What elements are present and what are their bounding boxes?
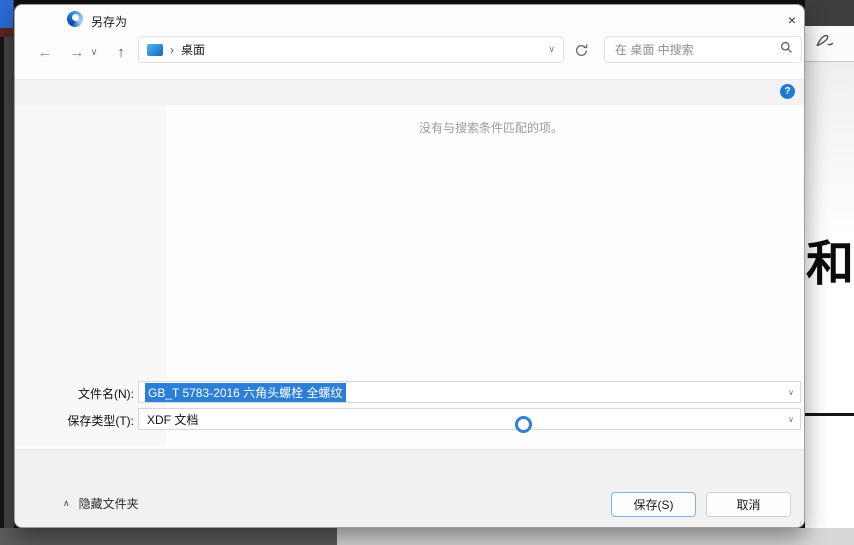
- savetype-value: XDF 文档: [147, 412, 199, 427]
- background-titlebar-strip: [805, 0, 854, 26]
- background-left-blue-block: [0, 0, 13, 28]
- up-directory-button[interactable]: ↑: [108, 39, 134, 65]
- back-button[interactable]: ←: [32, 39, 58, 65]
- search-box: [604, 36, 802, 63]
- app-icon: [67, 11, 83, 27]
- resize-grip[interactable]: [794, 521, 802, 527]
- savetype-dropdown-icon[interactable]: ∨: [788, 415, 794, 424]
- empty-results-message: 没有与搜索条件匹配的项。: [419, 121, 564, 135]
- filename-dropdown-icon[interactable]: ∨: [788, 388, 794, 397]
- refresh-button[interactable]: [568, 37, 594, 63]
- address-bar[interactable]: › 桌面 ∨: [138, 36, 564, 63]
- filename-field[interactable]: GB_T 5783-2016 六角头螺栓 全螺纹 ∨: [138, 381, 801, 403]
- savetype-label: 保存类型(T):: [67, 414, 134, 428]
- hide-folders-label: 隐藏文件夹: [78, 497, 139, 511]
- background-document-rule: [805, 413, 854, 416]
- dialog-title: 另存为: [91, 15, 128, 29]
- desktop-icon: [147, 43, 163, 56]
- background-toolbar-strip: [805, 26, 854, 62]
- background-left-red-block: [0, 28, 13, 37]
- save-as-dialog: 另存为 × ← → ∨ ↑ › 桌面 ∨ ? 没有与搜索条件匹配的项。 文件名: [14, 4, 805, 528]
- background-bottom-light-strip: [337, 528, 854, 545]
- background-document-heading: 和: [806, 236, 854, 292]
- touch-indicator-ring: [515, 416, 532, 433]
- hide-folders-toggle[interactable]: ∧ 隐藏文件夹: [63, 495, 139, 512]
- cancel-button[interactable]: 取消: [706, 492, 791, 517]
- filename-value-selected[interactable]: GB_T 5783-2016 六角头螺栓 全螺纹: [145, 382, 346, 402]
- pen-tool-icon: [814, 31, 834, 56]
- screen: 和 另存为 × ← → ∨ ↑ › 桌面 ∨ ?: [0, 0, 854, 545]
- breadcrumb-separator-icon: ›: [170, 42, 174, 57]
- collapse-caret-icon: ∧: [63, 498, 70, 508]
- help-icon[interactable]: ?: [780, 84, 795, 99]
- save-button[interactable]: 保存(S): [611, 492, 696, 517]
- background-left-edge: [0, 0, 4, 545]
- address-dropdown-icon[interactable]: ∨: [548, 44, 555, 55]
- search-icon[interactable]: [780, 41, 793, 59]
- recent-locations-dropdown[interactable]: ∨: [81, 39, 107, 65]
- savetype-field[interactable]: XDF 文档 ∨: [138, 408, 801, 430]
- command-band: [15, 79, 804, 105]
- close-button[interactable]: ×: [777, 7, 804, 32]
- search-input[interactable]: [613, 41, 780, 58]
- filename-label: 文件名(N):: [78, 387, 134, 401]
- breadcrumb-item-desktop[interactable]: 桌面: [181, 41, 205, 58]
- background-bottom-dark-strip: [0, 528, 337, 545]
